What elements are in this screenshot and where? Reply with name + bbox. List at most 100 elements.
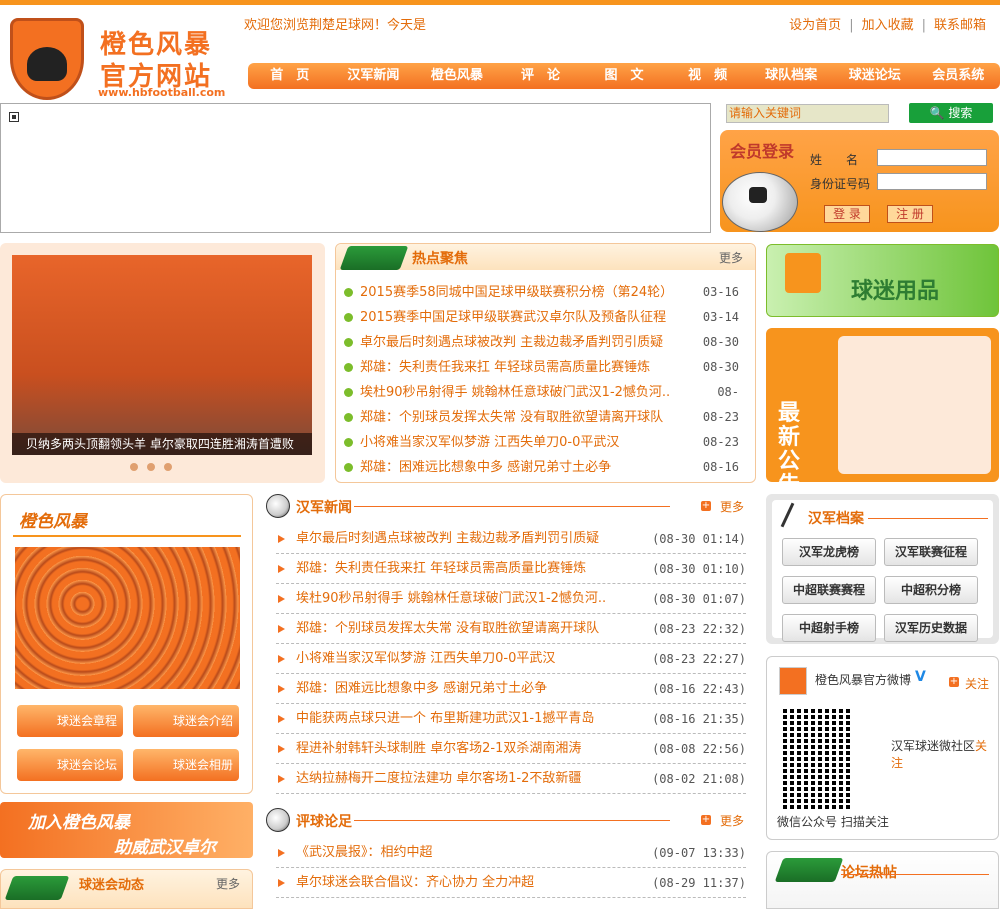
site-logo[interactable]: 橙色风暴 官方网站 www.hbfootball.com: [10, 16, 225, 102]
join-banner[interactable]: 加入橙色风暴 助威武汉卓尔: [0, 802, 253, 858]
fan-news-more-link[interactable]: 更多: [216, 875, 240, 892]
micro-community-label: 汉军球迷微社区: [891, 739, 976, 753]
hot-item-title[interactable]: 2015赛季58同城中国足球甲级联赛积分榜（第24轮）: [360, 285, 673, 300]
news-item-title[interactable]: 郑雄：失利责任我来扛 年轻球员需高质量比赛锤炼: [296, 561, 586, 576]
hot-item-title[interactable]: 郑雄：失利责任我来扛 年轻球员需高质量比赛锤炼: [360, 360, 650, 375]
news-list-item[interactable]: 达纳拉赫梅开二度拉法建功 卓尔客场1-2不敌新疆 (08-02 21:08): [276, 764, 746, 794]
arrow-icon: [278, 625, 285, 633]
hot-item-date: 08-16: [702, 460, 739, 474]
hot-item-title[interactable]: 2015赛季中国足球甲级联赛武汉卓尔队及预备队征程: [360, 310, 666, 325]
archive-btn-csl-schedule[interactable]: 中超联赛赛程: [782, 576, 876, 604]
login-button[interactable]: 登 录: [824, 205, 870, 223]
search-input[interactable]: 请输入关键词: [726, 104, 889, 123]
comment-item-date: (08-29 11:37): [652, 876, 746, 890]
nav-team-archive[interactable]: 球队档案: [749, 63, 833, 89]
hot-item-date: 08-: [717, 385, 739, 399]
news-item-title[interactable]: 程进补射韩轩头球制胜 卓尔客场2-1双杀湖南湘涛: [296, 741, 581, 756]
arrow-icon: [278, 535, 285, 543]
weibo-follow-link[interactable]: 关注: [965, 675, 989, 692]
pitch-icon: [774, 858, 844, 882]
member-login-panel: 会员登录 姓 名 身份证号码 登 录 注 册: [720, 130, 999, 232]
archive-btn-csl-scorers[interactable]: 中超射手榜: [782, 614, 876, 642]
hot-list-item[interactable]: 卓尔最后时刻遇点球被改判 主裁边裁矛盾判罚引质疑 08-30: [344, 330, 749, 355]
name-field[interactable]: [877, 149, 987, 166]
news-list-item[interactable]: 中能获两点球只进一个 布里斯建功武汉1-1撼平青岛 (08-16 21:35): [276, 704, 746, 734]
fan-goods-banner[interactable]: 球迷用品: [766, 244, 999, 317]
add-favorite-link[interactable]: 加入收藏: [862, 18, 914, 33]
nav-forum[interactable]: 球迷论坛: [833, 63, 917, 89]
fan-club-charter-button[interactable]: 球迷会章程: [17, 705, 123, 737]
news-list-item[interactable]: 郑雄：困难远比想象中多 感谢兄弟寸土必争 (08-16 22:43): [276, 674, 746, 704]
micro-community-text[interactable]: 汉军球迷微社区关注: [891, 737, 991, 771]
fans-photo[interactable]: [15, 547, 240, 689]
comment-list-item[interactable]: 《武汉晨报》：相约中超 (09-07 13:33): [276, 838, 746, 868]
hot-list-item[interactable]: 埃杜90秒吊射得手 姚翰林任意球破门武汉1-2憾负河.. 08-: [344, 380, 749, 405]
slider-dot[interactable]: [130, 463, 138, 471]
set-homepage-link[interactable]: 设为首页: [789, 18, 841, 33]
arrow-icon: [278, 879, 285, 887]
comment-more-link[interactable]: 更多: [720, 812, 744, 829]
news-item-title[interactable]: 郑雄：个别球员发挥太失常 没有取胜欲望请离开球队: [296, 621, 599, 636]
arrow-icon: [278, 849, 285, 857]
weibo-name[interactable]: 橙色风暴官方微博: [815, 671, 911, 688]
archive-btn-history[interactable]: 汉军历史数据: [884, 614, 978, 642]
nav-orange-storm[interactable]: 橙色风暴: [415, 63, 499, 89]
news-list-item[interactable]: 卓尔最后时刻遇点球被改判 主裁边裁矛盾判罚引质疑 (08-30 01:14): [276, 524, 746, 554]
news-item-title[interactable]: 卓尔最后时刻遇点球被改判 主裁边裁矛盾判罚引质疑: [296, 531, 599, 546]
news-item-date: (08-23 22:27): [652, 652, 746, 666]
hot-item-title[interactable]: 埃杜90秒吊射得手 姚翰林任意球破门武汉1-2憾负河..: [360, 385, 670, 400]
news-item-title[interactable]: 中能获两点球只进一个 布里斯建功武汉1-1撼平青岛: [296, 711, 594, 726]
hot-list-item[interactable]: 郑雄：个别球员发挥太失常 没有取胜欲望请离开球队 08-23: [344, 405, 749, 430]
nav-news[interactable]: 汉军新闻: [332, 63, 416, 89]
slider-caption[interactable]: 贝纳多两头顶翻领头羊 卓尔豪取四连胜湘涛首遭败: [12, 433, 312, 455]
news-item-title[interactable]: 达纳拉赫梅开二度拉法建功 卓尔客场1-2不敌新疆: [296, 771, 581, 786]
hot-item-title[interactable]: 郑雄：困难远比想象中多 感谢兄弟寸土必争: [360, 460, 611, 475]
slider-dot[interactable]: [147, 463, 155, 471]
nav-comment[interactable]: 评 论: [499, 63, 583, 89]
hot-item-title[interactable]: 郑雄：个别球员发挥太失常 没有取胜欲望请离开球队: [360, 410, 663, 425]
nav-photo[interactable]: 图 文: [582, 63, 666, 89]
news-list-item[interactable]: 小将难当家汉军似梦游 江西失单刀0-0平武汉 (08-23 22:27): [276, 644, 746, 674]
fan-club-intro-button[interactable]: 球迷会介绍: [133, 705, 239, 737]
contact-email-link[interactable]: 联系邮箱: [934, 18, 986, 33]
hot-item-title[interactable]: 卓尔最后时刻遇点球被改判 主裁边裁矛盾判罚引质疑: [360, 335, 663, 350]
hot-list-item[interactable]: 郑雄：失利责任我来扛 年轻球员需高质量比赛锤炼 08-30: [344, 355, 749, 380]
hot-more-link[interactable]: 更多: [719, 249, 743, 266]
hot-list-item[interactable]: 2015赛季58同城中国足球甲级联赛积分榜（第24轮） 03-16: [344, 280, 749, 305]
comment-item-title[interactable]: 《武汉晨报》：相约中超: [296, 845, 433, 860]
flash-banner: [0, 103, 711, 233]
archive-title: 汉军档案: [808, 511, 864, 527]
weibo-avatar[interactable]: [779, 667, 807, 695]
register-button[interactable]: 注 册: [887, 205, 933, 223]
arrow-icon: [278, 595, 285, 603]
hot-item-title[interactable]: 小将难当家汉军似梦游 江西失单刀0-0平武汉: [360, 435, 619, 450]
slider-dot[interactable]: [164, 463, 172, 471]
comment-list-item[interactable]: 卓尔球迷会联合倡议：齐心协力 全力冲超 (08-29 11:37): [276, 868, 746, 898]
nav-video[interactable]: 视 频: [666, 63, 750, 89]
nav-member[interactable]: 会员系统: [917, 63, 1000, 89]
comment-item-title[interactable]: 卓尔球迷会联合倡议：齐心协力 全力冲超: [296, 875, 534, 890]
search-button[interactable]: 🔍 搜索: [909, 103, 993, 123]
news-list-item[interactable]: 郑雄：个别球员发挥太失常 没有取胜欲望请离开球队 (08-23 22:32): [276, 614, 746, 644]
news-list-item[interactable]: 埃杜90秒吊射得手 姚翰林任意球破门武汉1-2憾负河.. (08-30 01:07…: [276, 584, 746, 614]
main-nav: 首 页 汉军新闻 橙色风暴 评 论 图 文 视 频 球队档案 球迷论坛 会员系统: [248, 63, 1000, 89]
hot-list-item[interactable]: 郑雄：困难远比想象中多 感谢兄弟寸土必争 08-16: [344, 455, 749, 480]
news-item-title[interactable]: 小将难当家汉军似梦游 江西失单刀0-0平武汉: [296, 651, 555, 666]
news-list-item[interactable]: 郑雄：失利责任我来扛 年轻球员需高质量比赛锤炼 (08-30 01:10): [276, 554, 746, 584]
archive-btn-league-journey[interactable]: 汉军联赛征程: [884, 538, 978, 566]
archive-btn-heroes[interactable]: 汉军龙虎榜: [782, 538, 876, 566]
news-item-title[interactable]: 埃杜90秒吊射得手 姚翰林任意球破门武汉1-2憾负河..: [296, 591, 606, 606]
news-item-title[interactable]: 郑雄：困难远比想象中多 感谢兄弟寸土必争: [296, 681, 547, 696]
slider-image[interactable]: 贝纳多两头顶翻领头羊 卓尔豪取四连胜湘涛首遭败: [12, 255, 312, 455]
nav-home[interactable]: 首 页: [248, 63, 332, 89]
logo-url: www.hbfootball.com: [98, 86, 226, 99]
hot-list-item[interactable]: 2015赛季中国足球甲级联赛武汉卓尔队及预备队征程 03-14: [344, 305, 749, 330]
id-field[interactable]: [877, 173, 987, 190]
fan-club-album-button[interactable]: 球迷会相册: [133, 749, 239, 781]
fan-club-forum-button[interactable]: 球迷会论坛: [17, 749, 123, 781]
news-list-item[interactable]: 程进补射韩轩头球制胜 卓尔客场2-1双杀湖南湘涛 (08-08 22:56): [276, 734, 746, 764]
hot-list-item[interactable]: 小将难当家汉军似梦游 江西失单刀0-0平武汉 08-23: [344, 430, 749, 455]
hot-item-date: 08-23: [702, 410, 739, 424]
archive-btn-csl-table[interactable]: 中超积分榜: [884, 576, 978, 604]
team-news-more-link[interactable]: 更多: [720, 498, 744, 515]
